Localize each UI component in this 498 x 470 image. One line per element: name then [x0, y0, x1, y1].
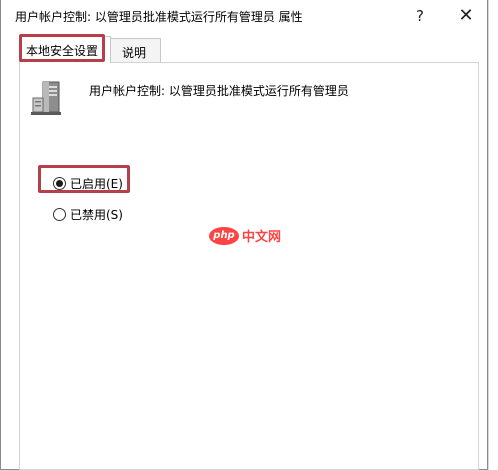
server-icon: [29, 78, 69, 118]
option-disabled[interactable]: 已禁用(S): [53, 206, 123, 223]
tab-strip: 本地安全设置 说明: [11, 36, 479, 63]
watermark-logo-icon: php: [209, 226, 239, 245]
tab-explain[interactable]: 说明: [107, 38, 161, 62]
watermark: php 中文网: [209, 226, 281, 245]
help-button[interactable]: ?: [397, 0, 443, 31]
watermark-text: 中文网: [242, 230, 282, 245]
background-window-edge: [488, 0, 498, 470]
close-button[interactable]: ✕: [443, 0, 489, 31]
window-title: 用户帐户控制: 以管理员批准模式运行所有管理员 属性: [15, 10, 303, 24]
disabled-radio[interactable]: [53, 208, 66, 221]
enabled-label[interactable]: 已启用(E): [70, 175, 123, 192]
option-enabled[interactable]: 已启用(E): [53, 175, 123, 192]
enabled-radio[interactable]: [53, 177, 66, 190]
policy-name: 用户帐户控制: 以管理员批准模式运行所有管理员: [89, 84, 349, 98]
title-bar[interactable]: 用户帐户控制: 以管理员批准模式运行所有管理员 属性 ? ✕: [1, 0, 487, 31]
tab-panel: [19, 62, 479, 470]
disabled-label[interactable]: 已禁用(S): [70, 206, 123, 223]
properties-dialog: 用户帐户控制: 以管理员批准模式运行所有管理员 属性 ? ✕ 本地安全设置 说明…: [0, 0, 488, 470]
tab-local-security-setting[interactable]: 本地安全设置: [19, 36, 111, 63]
